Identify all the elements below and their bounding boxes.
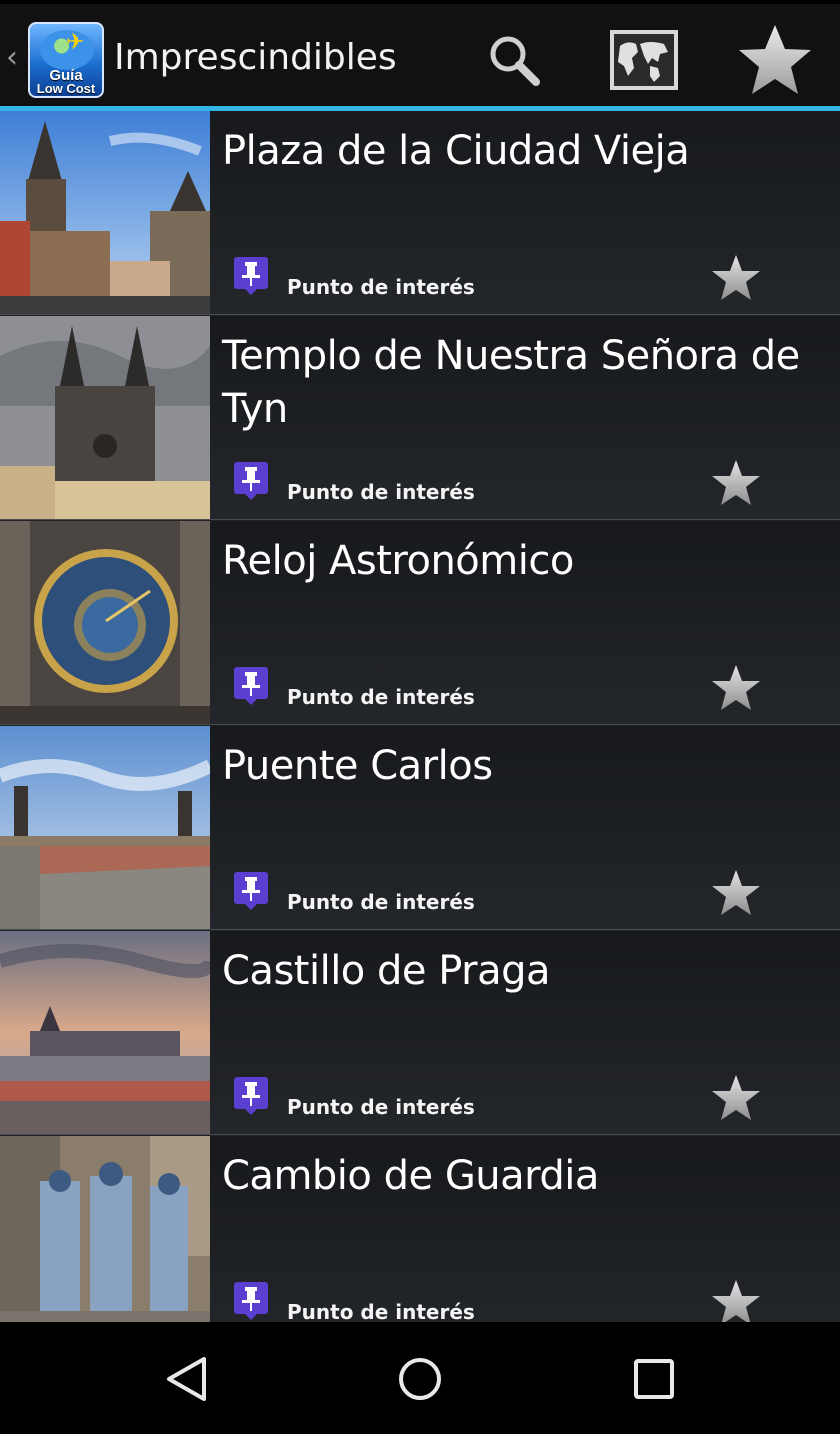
item-title[interactable]: Cambio de Guardia xyxy=(222,1150,822,1203)
list-item[interactable]: Templo de Nuestra Señora de Tyn Punto de… xyxy=(0,316,840,520)
item-title[interactable]: Reloj Astronómico xyxy=(222,535,822,588)
recents-icon[interactable] xyxy=(632,1357,676,1401)
item-title[interactable]: Templo de Nuestra Señora de Tyn xyxy=(222,330,822,436)
up-navigation-caret-icon[interactable]: ‹ xyxy=(6,38,28,78)
pin-icon xyxy=(234,462,268,500)
action-bar: ‹ ✈ Guía Low Cost Imprescindibles xyxy=(0,4,840,106)
thumbnail-astronomical-clock xyxy=(0,521,210,724)
category-label: Punto de interés xyxy=(287,685,475,709)
pin-icon xyxy=(234,872,268,910)
list-item[interactable]: Cambio de Guardia Punto de interés xyxy=(0,1136,840,1322)
star-icon[interactable] xyxy=(710,458,762,508)
system-navigation-bar xyxy=(0,1322,840,1434)
star-icon[interactable] xyxy=(710,253,762,303)
category-label: Punto de interés xyxy=(287,890,475,914)
item-title[interactable]: Castillo de Praga xyxy=(222,945,822,998)
thumbnail-charles-bridge xyxy=(0,726,210,929)
pin-icon xyxy=(234,1077,268,1115)
pin-icon xyxy=(234,1282,268,1320)
star-icon xyxy=(739,25,811,94)
back-icon[interactable] xyxy=(162,1354,212,1404)
page-title: Imprescindibles xyxy=(114,37,397,78)
logo-text-line2: Low Cost xyxy=(36,81,96,96)
sights-list[interactable]: Plaza de la Ciudad Vieja Punto de interé… xyxy=(0,111,840,1322)
category-label: Punto de interés xyxy=(287,1095,475,1119)
airplane-icon: ✈ xyxy=(66,30,85,55)
search-button[interactable] xyxy=(484,30,544,90)
thumbnail-old-town-square xyxy=(0,111,210,314)
list-item[interactable]: Castillo de Praga Punto de interés xyxy=(0,931,840,1135)
star-icon[interactable] xyxy=(710,868,762,918)
category-label: Punto de interés xyxy=(287,1300,475,1322)
list-item[interactable]: Puente Carlos Punto de interés xyxy=(0,726,840,930)
thumbnail-changing-of-guard xyxy=(0,1136,210,1322)
home-icon[interactable] xyxy=(396,1355,444,1403)
list-item[interactable]: Reloj Astronómico Punto de interés xyxy=(0,521,840,725)
star-icon[interactable] xyxy=(710,1278,762,1322)
thumbnail-prague-castle xyxy=(0,931,210,1134)
category-label: Punto de interés xyxy=(287,275,475,299)
pin-icon xyxy=(234,257,268,295)
pin-icon xyxy=(234,667,268,705)
list-item[interactable]: Plaza de la Ciudad Vieja Punto de interé… xyxy=(0,111,840,315)
category-label: Punto de interés xyxy=(287,480,475,504)
favorites-button[interactable] xyxy=(736,22,814,98)
map-button[interactable] xyxy=(610,30,678,90)
world-map-icon xyxy=(610,30,678,90)
item-title[interactable]: Puente Carlos xyxy=(222,740,822,793)
star-icon[interactable] xyxy=(710,1073,762,1123)
thumbnail-tyn-church xyxy=(0,316,210,519)
search-icon xyxy=(490,36,540,86)
item-title[interactable]: Plaza de la Ciudad Vieja xyxy=(222,125,822,178)
app-logo[interactable]: ✈ Guía Low Cost xyxy=(28,22,104,98)
star-icon[interactable] xyxy=(710,663,762,713)
